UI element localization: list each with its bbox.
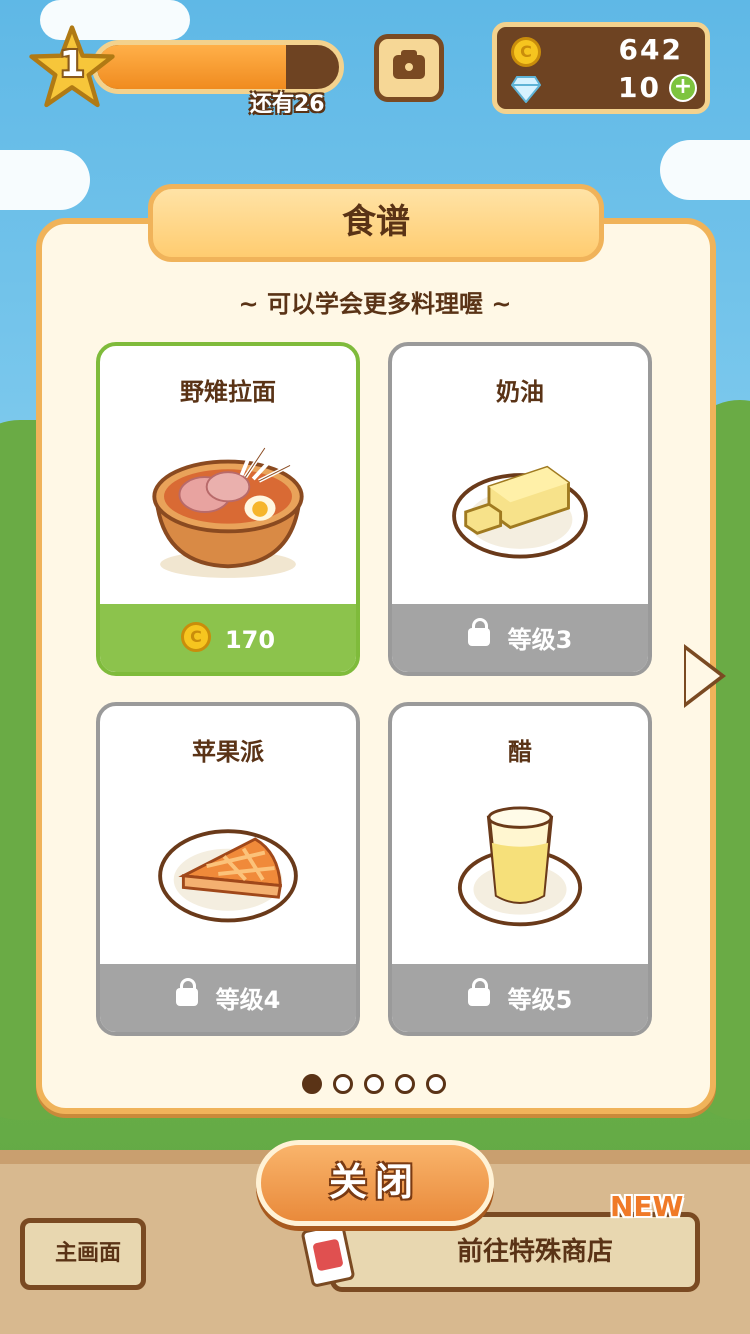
recipe-card[interactable]: 野雉拉面 C 170 xyxy=(96,342,360,676)
camera-lens-icon xyxy=(403,61,415,73)
page-dot[interactable] xyxy=(364,1074,384,1094)
recipe-level-requirement: 等级4 xyxy=(100,964,356,1032)
recipe-card[interactable]: 奶油 等级3 xyxy=(388,342,652,676)
lock-icon xyxy=(467,978,490,1006)
pagination-dots xyxy=(302,1074,462,1098)
xp-remaining-label: 还有26 xyxy=(250,92,325,117)
recipe-name: 野雉拉面 xyxy=(180,378,276,406)
page-dot[interactable] xyxy=(426,1074,446,1094)
page-dot[interactable] xyxy=(395,1074,415,1094)
recipe-level-label: 等级3 xyxy=(507,626,573,654)
recipe-level-label: 等级4 xyxy=(215,986,281,1014)
apple-pie-image xyxy=(158,829,298,923)
recipe-level-requirement: 等级5 xyxy=(392,964,648,1032)
coin-icon: C xyxy=(511,37,541,67)
recipe-card[interactable]: 醋 等级5 xyxy=(388,702,652,1036)
lock-icon xyxy=(175,978,198,1006)
vinegar-glass-image xyxy=(457,806,583,927)
panel-title: 食谱 xyxy=(148,184,604,262)
recipe-level-label: 等级5 xyxy=(507,986,573,1014)
cloud xyxy=(660,140,750,200)
currency-panel: C 642 10 + xyxy=(492,22,710,114)
diamond-icon xyxy=(511,76,541,103)
next-page-arrow-icon[interactable] xyxy=(686,650,720,702)
level-number: 1 xyxy=(59,44,85,85)
recipe-price-bar: C 170 xyxy=(100,604,356,672)
recipe-name: 苹果派 xyxy=(192,738,264,766)
recipe-name: 醋 xyxy=(508,738,532,766)
gem-count: 10 xyxy=(618,71,661,104)
panel-subtitle: ~ 可以学会更多料理喔 ~ xyxy=(238,290,512,318)
recipe-lock-bar: 等级5 xyxy=(392,964,648,1032)
recipe-card[interactable]: 苹果派 等级4 xyxy=(96,702,360,1036)
butter-image xyxy=(452,465,588,559)
recipe-price: C 170 xyxy=(100,604,356,672)
close-button[interactable]: 关闭 xyxy=(256,1140,494,1226)
recipe-lock-bar: 等级4 xyxy=(100,964,356,1032)
recipe-lock-bar: 等级3 xyxy=(392,604,648,672)
main-screen-button[interactable]: 主画面 xyxy=(20,1218,146,1290)
coin-count: 642 xyxy=(618,33,683,66)
ramen-bowl-image xyxy=(152,441,304,578)
recipe-level-requirement: 等级3 xyxy=(392,604,648,672)
coin-icon: C xyxy=(180,622,211,652)
new-badge: NEW xyxy=(610,1190,684,1223)
camera-button[interactable] xyxy=(374,34,444,102)
add-gems-button[interactable]: + xyxy=(669,74,697,102)
recipe-price-value: 170 xyxy=(224,626,276,654)
page-dot[interactable] xyxy=(302,1074,322,1094)
cloud xyxy=(0,150,90,210)
xp-bar-fill xyxy=(97,45,286,89)
lock-icon xyxy=(467,618,490,646)
recipe-name: 奶油 xyxy=(496,378,544,406)
page-dot[interactable] xyxy=(333,1074,353,1094)
